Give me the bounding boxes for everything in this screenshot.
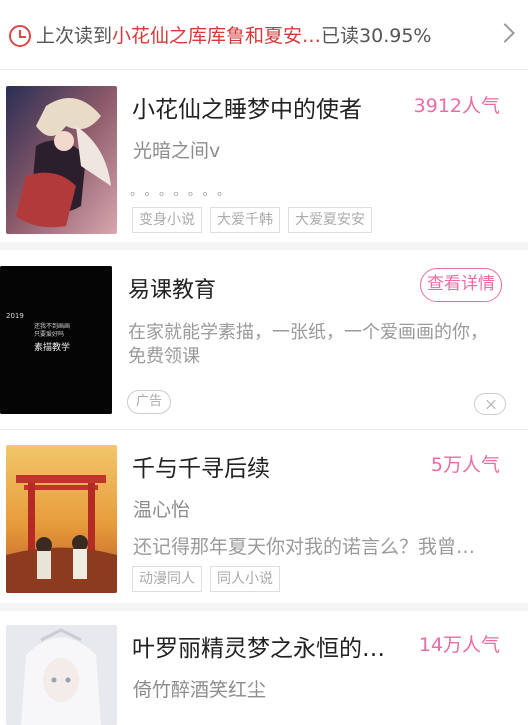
book-author: 倚竹醉酒笑红尘	[133, 679, 267, 701]
ad-cover-tagline: 还我不到画画	[34, 322, 70, 330]
book-card[interactable]: 叶罗丽精灵梦之永恒的约… 14万人气 倚竹醉酒笑红尘	[0, 611, 528, 725]
book-description: 还记得那年夏天你对我的诺言么？我曾…	[133, 536, 476, 558]
ad-title[interactable]: 易课教育	[128, 272, 216, 304]
book-title[interactable]: 叶罗丽精灵梦之永恒的约…	[132, 629, 404, 663]
chevron-right-icon[interactable]	[495, 23, 515, 43]
book-card[interactable]: 小花仙之睡梦中的使者 3912人气 光暗之间v 。。。。。。。 变身小说 大爱千…	[0, 70, 528, 250]
book-tag[interactable]: 同人小说	[210, 566, 280, 592]
book-cover-image	[6, 625, 117, 725]
book-description: 。。。。。。。	[130, 184, 239, 199]
book-author: 温心怡	[133, 499, 191, 521]
read-progress: 已读30.95%	[321, 25, 432, 47]
view-details-button[interactable]: 查看详情	[420, 268, 502, 302]
ad-cover-year: 2019	[6, 312, 24, 320]
book-tags: 动漫同人 同人小说	[132, 566, 280, 592]
book-popularity: 14万人气	[418, 634, 500, 656]
ad-description: 在家就能学素描，一张纸，一个爱画画的你，	[128, 322, 488, 343]
last-read-text: 上次读到小花仙之库库鲁和夏安…已读30.95%	[36, 22, 431, 50]
ad-description: 免费领课	[128, 346, 200, 367]
ad-cover-text: 素描教学	[34, 341, 70, 353]
last-read-book-title: 小花仙之库库鲁和夏安…	[112, 25, 322, 47]
book-tag[interactable]: 变身小说	[132, 207, 202, 233]
book-tags: 变身小说 大爱千韩 大爱夏安安	[132, 207, 372, 233]
book-popularity: 3912人气	[413, 95, 500, 117]
book-popularity: 5万人气	[430, 454, 500, 476]
book-tag[interactable]: 大爱夏安安	[288, 207, 372, 233]
book-tag[interactable]: 大爱千韩	[210, 207, 280, 233]
ad-cover-image: 2019 还我不到画画 只要爱好吗 素描教学	[0, 266, 112, 414]
ad-badge: 广告	[127, 390, 171, 414]
book-card[interactable]: 千与千寻后续 5万人气 温心怡 还记得那年夏天你对我的诺言么？我曾… 动漫同人 …	[0, 431, 528, 611]
book-title[interactable]: 小花仙之睡梦中的使者	[132, 90, 402, 124]
book-author: 光暗之间v	[133, 140, 221, 162]
clock-icon	[9, 25, 31, 47]
book-title[interactable]: 千与千寻后续	[132, 449, 402, 483]
book-cover-image	[6, 86, 117, 234]
close-ad-icon[interactable]	[474, 393, 506, 415]
ad-cover-tagline: 只要爱好吗	[34, 330, 64, 338]
book-tag[interactable]: 动漫同人	[132, 566, 202, 592]
last-read-prefix: 上次读到	[36, 25, 113, 47]
last-read-bar[interactable]: 上次读到小花仙之库库鲁和夏安…已读30.95%	[0, 0, 528, 70]
book-cover-image	[6, 445, 117, 593]
